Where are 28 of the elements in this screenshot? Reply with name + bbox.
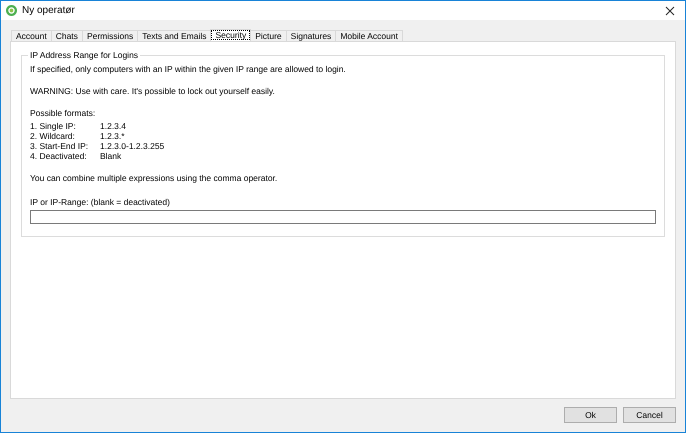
- format-label: 3. Start-End IP:: [30, 141, 90, 151]
- formats-heading: Possible formats:: [30, 108, 96, 118]
- format-value: Blank: [100, 151, 122, 161]
- warning-text: WARNING: Use with care. It's possible to lock out yourself easily.: [30, 86, 276, 96]
- combine-text: You can combine multiple expressions using the comma operator.: [30, 173, 278, 183]
- close-icon[interactable]: [665, 6, 675, 16]
- format-value: 1.2.3.4: [100, 121, 127, 131]
- cancel-button[interactable]: Cancel: [623, 407, 676, 423]
- group-title: IP Address Range for Logins: [29, 50, 140, 60]
- format-label: 1. Single IP:: [30, 121, 77, 131]
- tab[interactable]: Account: [11, 30, 52, 41]
- tab[interactable]: Mobile Account: [335, 30, 403, 41]
- ok-button[interactable]: Ok: [564, 407, 617, 423]
- tab[interactable]: Picture: [250, 30, 287, 41]
- app-logo-icon: [6, 5, 17, 16]
- format-value: 1.2.3.0-1.2.3.255: [100, 141, 166, 151]
- format-value: 1.2.3.*: [100, 131, 126, 141]
- window-title: Ny operatør: [22, 5, 76, 16]
- tab[interactable]: Security: [210, 29, 252, 41]
- field-label: IP or IP-Range: (blank = deactivated): [30, 197, 171, 207]
- tab[interactable]: Signatures: [286, 30, 336, 41]
- tab[interactable]: Permissions: [82, 30, 138, 41]
- format-label: 2. Wildcard:: [30, 131, 76, 141]
- format-label: 4. Deactivated:: [30, 151, 88, 161]
- intro-text: If specified, only computers with an IP within the given IP range are allowed to login.: [30, 64, 347, 74]
- tab[interactable]: Chats: [50, 30, 83, 41]
- ip-range-field[interactable]: [30, 210, 656, 224]
- tab[interactable]: Texts and Emails: [137, 30, 212, 41]
